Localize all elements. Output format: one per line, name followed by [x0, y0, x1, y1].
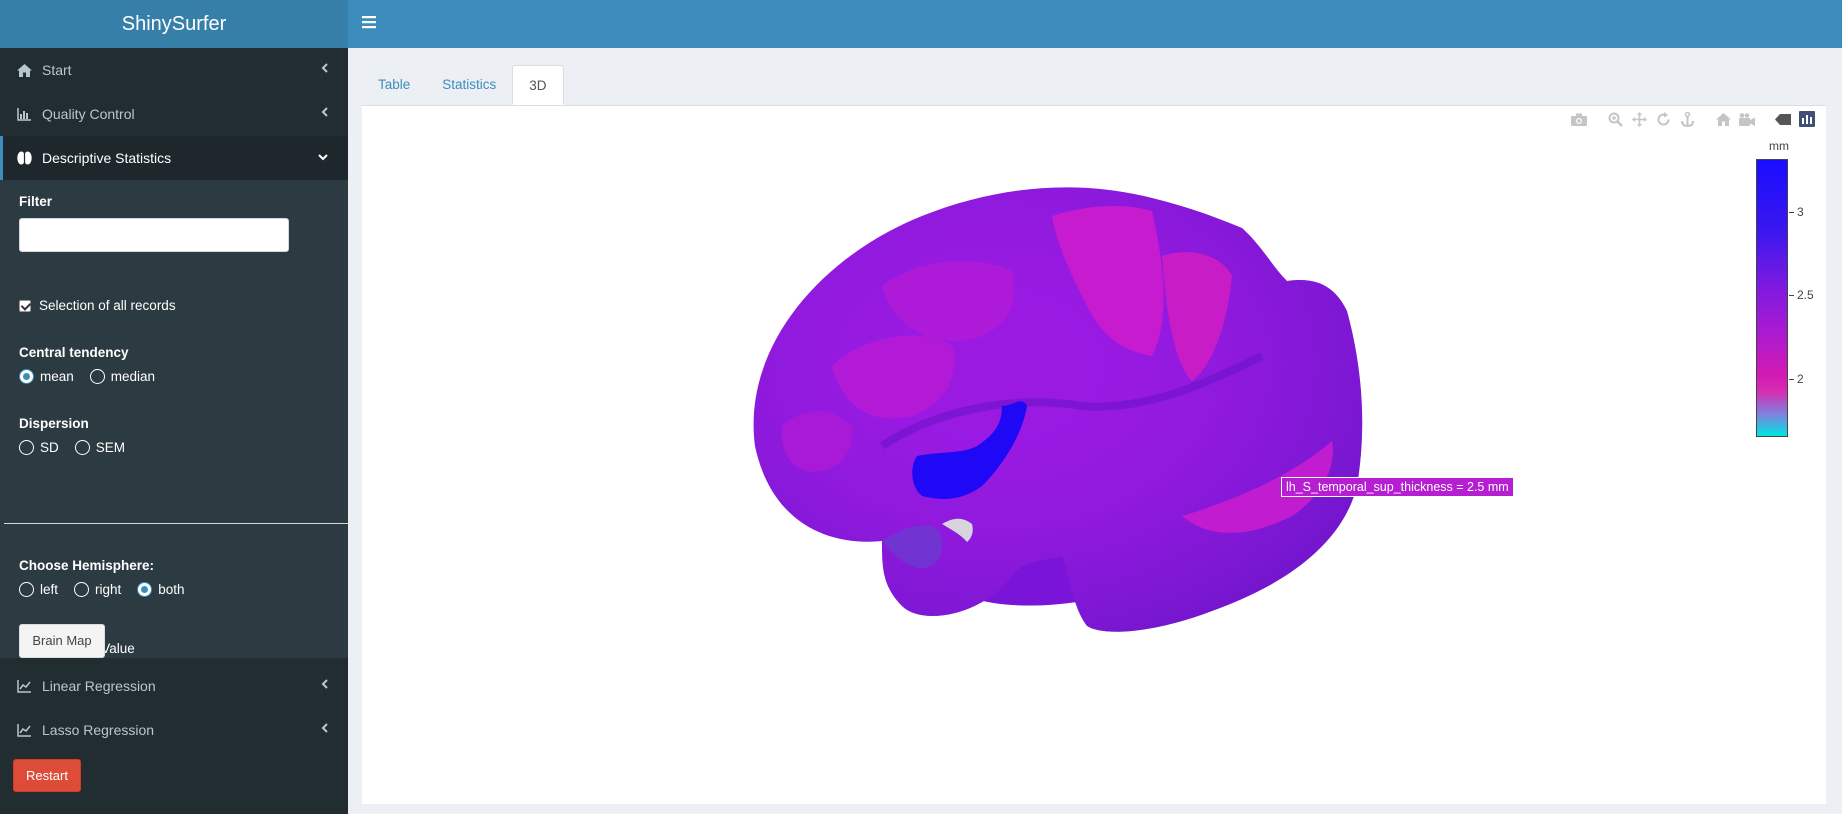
radio-button[interactable] [89, 369, 105, 384]
sidebar: Start Quality Control Descriptive Statis… [0, 48, 348, 814]
chevron-left-icon [321, 106, 328, 120]
chevron-left-icon [321, 678, 328, 692]
radio-button[interactable] [19, 369, 34, 384]
sidebar-item-label: Descriptive Statistics [42, 150, 172, 166]
divider [4, 523, 348, 524]
colorbar-unit: mm [1769, 139, 1789, 153]
radio-button[interactable] [19, 440, 34, 455]
sidebar-item-start[interactable]: Start [0, 48, 348, 92]
radio-label: SEM [95, 440, 126, 455]
brain-icon [16, 151, 32, 165]
sidebar-item-quality-control[interactable]: Quality Control [0, 92, 348, 136]
sidebar-item-label: Lasso Regression [42, 722, 155, 738]
tab-3d[interactable]: 3D [512, 65, 564, 105]
bar-chart-icon [16, 107, 32, 121]
colorbar-tick: 2.5 [1789, 288, 1814, 302]
radio-label: SD [40, 440, 59, 455]
filter-label: Filter [19, 194, 53, 209]
hemisphere-label: Choose Hemisphere: [19, 558, 155, 573]
radio-option-right[interactable]: right [74, 582, 121, 597]
sidebar-item-descriptive-statistics[interactable]: Descriptive Statistics [0, 136, 348, 180]
app-logo[interactable]: ShinySurfer [0, 0, 348, 48]
sidebar-item-label: Linear Regression [42, 678, 156, 694]
radio-button[interactable] [137, 582, 153, 597]
hemisphere-radio-group: left right both [19, 582, 201, 597]
plot-panel: mm 3 2.5 2 lh_S_temporal_sup_thickness =… [362, 105, 1826, 804]
sidebar-item-label: Start [42, 62, 72, 78]
brain-map-button[interactable]: Brain Map [19, 624, 105, 658]
colorbar-tick: 2 [1789, 372, 1804, 386]
sidebar-toggle-icon[interactable] [362, 13, 376, 33]
radio-button[interactable] [19, 582, 34, 597]
select-all-checkbox[interactable] [19, 299, 31, 312]
tab-statistics[interactable]: Statistics [426, 65, 512, 105]
sidebar-item-label: Quality Control [42, 106, 135, 122]
tab-bar: Table Statistics 3D [362, 65, 564, 105]
line-chart-icon [16, 723, 32, 737]
dispersion-radio-group: SD SEM [19, 440, 141, 455]
chevron-left-icon [321, 722, 328, 736]
restart-button[interactable]: Restart [13, 759, 81, 792]
radio-label: both [158, 582, 185, 597]
radio-option-sem[interactable]: SEM [74, 440, 126, 455]
brain-surface-plot[interactable] [362, 106, 1826, 805]
radio-button[interactable] [74, 582, 90, 597]
home-icon [16, 63, 32, 77]
central-tendency-label: Central tendency [19, 345, 129, 360]
radio-option-mean[interactable]: mean [19, 369, 74, 384]
select-all-checkbox-row[interactable]: Selection of all records [19, 298, 176, 313]
central-tendency-radio-group: mean median [19, 369, 171, 384]
radio-option-median[interactable]: median [89, 369, 156, 384]
radio-label: right [95, 582, 122, 597]
colorbar-tick: 3 [1789, 205, 1804, 219]
sidebar-item-linear-regression[interactable]: Linear Regression [0, 664, 348, 708]
filter-input[interactable] [19, 218, 289, 252]
radio-label: median [110, 369, 156, 384]
chevron-left-icon [321, 62, 328, 76]
line-chart-icon [16, 679, 32, 693]
tab-table[interactable]: Table [362, 65, 426, 105]
dispersion-label: Dispersion [19, 416, 89, 431]
radio-button[interactable] [74, 440, 90, 455]
chevron-down-icon [318, 150, 328, 164]
radio-label: left [40, 582, 59, 597]
main-content: Table Statistics 3D mm 3 2.5 2 lh_S_temp… [348, 48, 1842, 814]
hover-tooltip: lh_S_temporal_sup_thickness = 2.5 mm [1275, 477, 1514, 497]
sidebar-item-lasso-regression[interactable]: Lasso Regression [0, 708, 348, 752]
descriptive-statistics-panel: Filter Selection of all records Central … [0, 180, 348, 658]
radio-label: mean [40, 369, 74, 384]
select-all-label: Selection of all records [39, 298, 176, 313]
radio-option-sd[interactable]: SD [19, 440, 59, 455]
colorbar [1756, 159, 1788, 437]
radio-option-left[interactable]: left [19, 582, 58, 597]
top-navbar: ShinySurfer [0, 0, 1842, 48]
radio-option-both[interactable]: both [137, 582, 185, 597]
